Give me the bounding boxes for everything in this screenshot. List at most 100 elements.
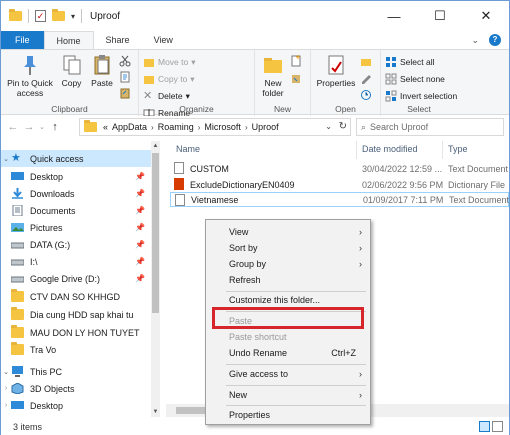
- menu-item-sort-by[interactable]: Sort by ›: [206, 239, 370, 256]
- up-arrow-icon[interactable]: ↑: [47, 121, 63, 133]
- new-folder-icon[interactable]: [52, 9, 65, 21]
- back-arrow-icon[interactable]: ←: [5, 121, 21, 133]
- pin-icon[interactable]: 📌: [135, 274, 145, 283]
- search-placeholder: Search Uproof: [370, 122, 429, 132]
- tab-file[interactable]: File: [1, 31, 44, 49]
- scroll-thumb[interactable]: [152, 153, 159, 313]
- breadcrumb-roaming[interactable]: Roaming: [158, 122, 194, 132]
- menu-item-view[interactable]: View ›: [206, 223, 370, 240]
- nav-item-tra-vo[interactable]: Tra Vo: [1, 341, 151, 358]
- menu-item-give-access[interactable]: Give access to ›: [206, 365, 370, 382]
- history-icon[interactable]: [360, 89, 372, 101]
- address-history-chevron-icon[interactable]: ⌄: [325, 122, 332, 131]
- menu-item-group-by[interactable]: Group by ›: [206, 255, 370, 272]
- help-icon[interactable]: ?: [489, 34, 501, 46]
- invert-selection-button[interactable]: Invert selection: [385, 89, 457, 103]
- paste-button[interactable]: Paste: [88, 52, 116, 88]
- folder-icon: [11, 342, 24, 355]
- nav-item-3d-objects[interactable]: › 3D Objects: [1, 380, 151, 397]
- large-icons-view-icon[interactable]: [492, 421, 503, 432]
- properties-check-icon[interactable]: ✓: [35, 10, 46, 22]
- breadcrumb-chevron-icon[interactable]: ›: [151, 123, 154, 132]
- address-bar[interactable]: « AppData › Roaming › Microsoft › Uproof…: [79, 118, 351, 136]
- pin-icon[interactable]: 📌: [135, 189, 145, 198]
- copy-to-button[interactable]: Copy to ▾: [143, 72, 201, 86]
- menu-item-paste-shortcut[interactable]: Paste shortcut: [206, 328, 370, 345]
- easy-access-icon[interactable]: [290, 72, 302, 84]
- nav-item-downloads[interactable]: Downloads 📌: [1, 185, 151, 202]
- pin-icon[interactable]: 📌: [135, 240, 145, 249]
- open-icon[interactable]: [360, 55, 372, 67]
- pin-icon[interactable]: 📌: [135, 172, 145, 181]
- pin-icon[interactable]: 📌: [135, 206, 145, 215]
- pin-icon[interactable]: 📌: [135, 223, 145, 232]
- scroll-up-arrow-icon[interactable]: ▲: [151, 141, 160, 151]
- maximize-button[interactable]: ☐: [417, 1, 463, 31]
- menu-item-refresh[interactable]: Refresh: [206, 271, 370, 288]
- tab-share[interactable]: Share: [94, 31, 142, 49]
- address-overflow[interactable]: «: [103, 122, 108, 132]
- properties-button[interactable]: Properties: [315, 52, 357, 88]
- nav-item-quick-access[interactable]: ⌄ ★ Quick access: [1, 150, 151, 167]
- nav-item-dia-cung[interactable]: Dia cung HDD sap khai tu: [1, 306, 151, 323]
- recent-locations-chevron-icon[interactable]: ⌄: [37, 123, 47, 131]
- menu-item-undo-rename[interactable]: Undo Rename Ctrl+Z: [206, 344, 370, 361]
- file-row[interactable]: ExcludeDictionaryEN0409 02/06/2022 9:56 …: [170, 177, 509, 192]
- edit-icon[interactable]: [360, 72, 372, 84]
- cut-icon[interactable]: [119, 55, 131, 67]
- menu-item-new[interactable]: New ›: [206, 386, 370, 403]
- delete-button[interactable]: ✕ Delete ▾: [143, 89, 193, 103]
- minimize-button[interactable]: —: [371, 1, 417, 31]
- breadcrumb-microsoft[interactable]: Microsoft: [204, 122, 241, 132]
- column-header-name[interactable]: Name: [176, 141, 200, 157]
- expand-ribbon-chevron-icon[interactable]: ⌄: [471, 35, 479, 46]
- new-folder-button[interactable]: New folder: [259, 52, 287, 98]
- copy-button[interactable]: Copy: [58, 52, 86, 88]
- column-header-type[interactable]: Type: [448, 141, 468, 157]
- pin-icon[interactable]: 📌: [135, 257, 145, 266]
- tab-home[interactable]: Home: [43, 31, 94, 49]
- column-header-date[interactable]: Date modified: [362, 141, 418, 157]
- file-row[interactable]: CUSTOM 30/04/2022 12:59 ... Text Documen…: [170, 161, 509, 176]
- breadcrumb-chevron-icon[interactable]: ›: [245, 123, 248, 132]
- expand-chevron-icon[interactable]: ⌄: [1, 368, 11, 376]
- forward-arrow-icon[interactable]: →: [21, 121, 37, 133]
- nav-item-google-drive[interactable]: Google Drive (D:) 📌: [1, 270, 151, 287]
- nav-item-desktop[interactable]: Desktop 📌: [1, 168, 151, 185]
- refresh-icon[interactable]: ↻: [339, 121, 347, 132]
- menu-item-properties[interactable]: Properties: [206, 406, 370, 423]
- navigation-scrollbar[interactable]: ▲ ▼: [151, 141, 160, 417]
- expand-chevron-icon[interactable]: ›: [1, 385, 11, 392]
- menu-item-customize[interactable]: Customize this folder...: [206, 291, 370, 308]
- breadcrumb-chevron-icon[interactable]: ›: [198, 123, 201, 132]
- nav-item-i-drive[interactable]: I:\ 📌: [1, 253, 151, 270]
- nav-item-mau-don[interactable]: MAU DON LY HON TUYET: [1, 324, 151, 341]
- nav-item-documents[interactable]: Documents 📌: [1, 202, 151, 219]
- nav-item-this-pc[interactable]: ⌄ This PC: [1, 363, 151, 380]
- new-item-icon[interactable]: [290, 55, 302, 67]
- breadcrumb-uproof[interactable]: Uproof: [252, 122, 279, 132]
- scroll-down-arrow-icon[interactable]: ▼: [151, 407, 160, 417]
- close-button[interactable]: ✕: [463, 1, 509, 31]
- nav-item-data-g[interactable]: DATA (G:) 📌: [1, 236, 151, 253]
- customize-toolbar-chevron-icon[interactable]: ▾: [71, 12, 75, 21]
- expand-chevron-icon[interactable]: ⌄: [1, 155, 11, 163]
- search-box[interactable]: ⌕ Search Uproof: [356, 118, 504, 136]
- expand-chevron-icon[interactable]: ›: [1, 402, 11, 409]
- pin-to-quick-access-button[interactable]: Pin to Quick access: [5, 52, 55, 98]
- details-view-icon[interactable]: [479, 421, 490, 432]
- column-divider[interactable]: [356, 141, 357, 159]
- paste-shortcut-icon[interactable]: [119, 87, 131, 99]
- breadcrumb-appdata[interactable]: AppData: [112, 122, 147, 132]
- move-to-button[interactable]: Move to ▾: [143, 55, 201, 69]
- menu-item-shortcut: Ctrl+Z: [331, 347, 356, 358]
- tab-view[interactable]: View: [142, 31, 185, 49]
- column-divider[interactable]: [442, 141, 443, 159]
- file-row-selected[interactable]: Vietnamese 01/09/2017 7:11 PM Text Docum…: [170, 192, 509, 207]
- copy-path-icon[interactable]: [119, 71, 131, 83]
- select-all-button[interactable]: Select all: [385, 55, 457, 69]
- nav-item-desktop-pc[interactable]: › Desktop: [1, 397, 151, 414]
- nav-item-pictures[interactable]: Pictures 📌: [1, 219, 151, 236]
- select-none-button[interactable]: Select none: [385, 72, 457, 86]
- nav-item-ctv-dan-so[interactable]: CTV DAN SO KHHGD: [1, 288, 151, 305]
